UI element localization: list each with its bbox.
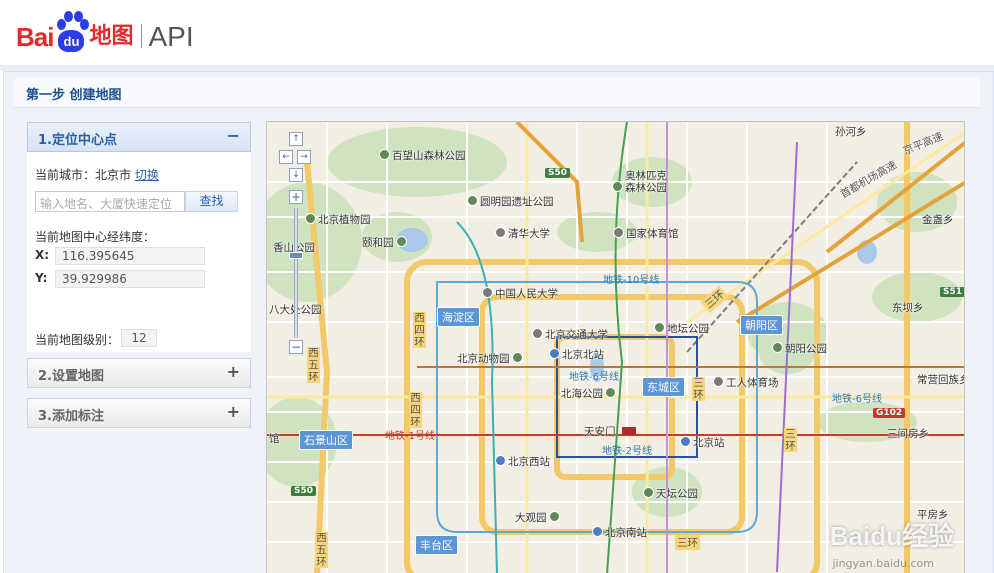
district-label: 东城区	[642, 377, 685, 397]
zoom-level-label: 当前地图级别：	[35, 333, 120, 347]
map-label: 常营回族乡	[917, 374, 965, 386]
map-label: 国家体育馆	[613, 226, 679, 241]
baidu-jingyan-watermark: Baidu经验	[829, 521, 954, 551]
current-city-value: 北京市	[95, 168, 132, 182]
accordion-title: 3.添加标注	[38, 409, 104, 424]
map-label: 圆明园遗址公园	[467, 194, 554, 209]
subway-label: 地铁-2号线	[602, 446, 652, 457]
accordion-map-settings[interactable]: 2.设置地图 +	[27, 358, 251, 388]
district-label: 海淀区	[437, 307, 480, 327]
switch-city-link[interactable]: 切换	[135, 168, 159, 182]
map-label: 馆	[269, 433, 280, 445]
subway-label: 地铁-10号线	[603, 275, 660, 286]
center-coords-label: 当前地图中心经纬度：	[35, 230, 156, 244]
location-search-input[interactable]: 输入地名、大厦快速定位	[35, 191, 185, 212]
pan-up-icon[interactable]: ↑	[289, 132, 303, 146]
road-label: 西五环	[307, 347, 320, 383]
current-city-label: 当前城市：	[35, 168, 96, 182]
road-label: 西四环	[413, 312, 426, 348]
pan-down-icon[interactable]: ↓	[289, 168, 303, 182]
expand-icon[interactable]: +	[227, 402, 240, 421]
search-button[interactable]: 查找	[185, 191, 238, 212]
map-label: 天坛公园	[643, 486, 698, 501]
map-label: 朝阳公园	[772, 341, 827, 356]
pan-left-icon[interactable]: ←	[279, 150, 293, 164]
map-label: 清华大学	[495, 226, 550, 241]
expand-icon[interactable]: +	[227, 362, 240, 381]
logo-divider	[141, 24, 143, 48]
map-label: 北京南站	[592, 525, 647, 540]
logo-text-map: 地图	[89, 24, 134, 49]
accordion-add-markers[interactable]: 3.添加标注 +	[27, 398, 251, 428]
current-city-row: 当前城市：北京市 切换	[35, 166, 159, 183]
subway-label: 地铁-1号线	[385, 431, 435, 442]
road-label: 三环	[692, 377, 705, 401]
latitude-field[interactable]: 39.929986	[55, 270, 205, 288]
map-label: 北京站	[680, 435, 725, 450]
y-label: Y:	[35, 271, 48, 285]
accordion-locate-center[interactable]: 1.定位中心点 −	[27, 122, 251, 152]
baidu-map-logo[interactable]: Bai du 地图 API	[16, 4, 194, 54]
zoom-out-icon[interactable]: −	[289, 340, 303, 354]
step-title-bar: 第一步 创建地图	[14, 78, 980, 108]
logo-text-bai: Bai	[16, 22, 54, 52]
map-label: 北京交通大学	[532, 327, 608, 342]
map-label: 天安门	[584, 426, 616, 438]
logo-text-du: du	[58, 30, 85, 52]
x-label: X:	[35, 248, 50, 262]
highway-badge: S50	[291, 486, 317, 496]
zoom-level-field[interactable]: 12	[121, 329, 157, 347]
pan-right-icon[interactable]: →	[297, 150, 311, 164]
paw-logo-icon: du	[55, 10, 90, 54]
accordion-title: 2.设置地图	[38, 369, 104, 384]
road-label: 三环	[675, 535, 700, 550]
header: Bai du 地图 API	[0, 0, 994, 65]
step-title: 第一步 创建地图	[26, 88, 122, 103]
district-label: 朝阳区	[740, 315, 783, 335]
watermark-url: jingyan.baidu.com	[832, 557, 934, 570]
map-label: 三间房乡	[887, 428, 929, 440]
map-label: 颐和园	[362, 235, 409, 250]
subway-label: 地铁-6号线	[569, 372, 619, 383]
locate-panel: 当前城市：北京市 切换 输入地名、大厦快速定位 查找 当前地图中心经纬度： X:…	[27, 152, 251, 352]
district-label: 石景山区	[299, 430, 353, 450]
district-label: 丰台区	[415, 535, 458, 555]
map-label: 北京西站	[495, 454, 550, 469]
collapse-icon[interactable]: −	[227, 126, 240, 145]
map-label: 中国人民大学	[482, 286, 558, 301]
map-label: 地坛公园	[654, 321, 709, 336]
map-label: 工人体育场	[713, 375, 779, 390]
road-label: 三环	[784, 428, 797, 452]
road-label: 西四环	[409, 392, 422, 428]
highway-badge: G102	[873, 408, 906, 418]
accordion-title: 1.定位中心点	[38, 133, 117, 148]
map-label: 北海公园	[561, 386, 618, 401]
map-label: 孙河乡	[835, 126, 867, 138]
map-label: 北京动物园	[457, 351, 525, 366]
highway-badge: S51	[940, 287, 964, 297]
map-label: 奥林匹克森林公园	[612, 170, 673, 194]
map-label: 大观园	[515, 510, 562, 525]
zoom-slider-handle[interactable]	[289, 252, 303, 259]
logo-text-api: API	[148, 21, 194, 52]
subway-label: 地铁-6号线	[832, 394, 882, 405]
longitude-field[interactable]: 116.395645	[55, 247, 205, 265]
sidebar: 1.定位中心点 − 当前城市：北京市 切换 输入地名、大厦快速定位 查找 当前地…	[27, 122, 251, 438]
map-label: 金盏乡	[922, 214, 954, 226]
map-label: 百望山森林公园	[379, 148, 466, 163]
map-canvas[interactable]: 百望山森林公园 奥林匹克森林公园 圆明园遗址公园 北京植物园 颐和园 清华大学 …	[266, 121, 965, 573]
map-label: 东坝乡	[892, 302, 924, 314]
road-label: 西五环	[315, 532, 328, 568]
map-label: 北京植物园	[305, 212, 371, 227]
main-panel: 第一步 创建地图 1.定位中心点 − 当前城市：北京市 切换 输入地名、大厦快速…	[3, 71, 994, 573]
map-label: 北京北站	[549, 347, 604, 362]
zoom-slider-track[interactable]	[294, 208, 298, 338]
highway-badge: S50	[545, 168, 571, 178]
zoom-in-icon[interactable]: +	[289, 190, 303, 204]
